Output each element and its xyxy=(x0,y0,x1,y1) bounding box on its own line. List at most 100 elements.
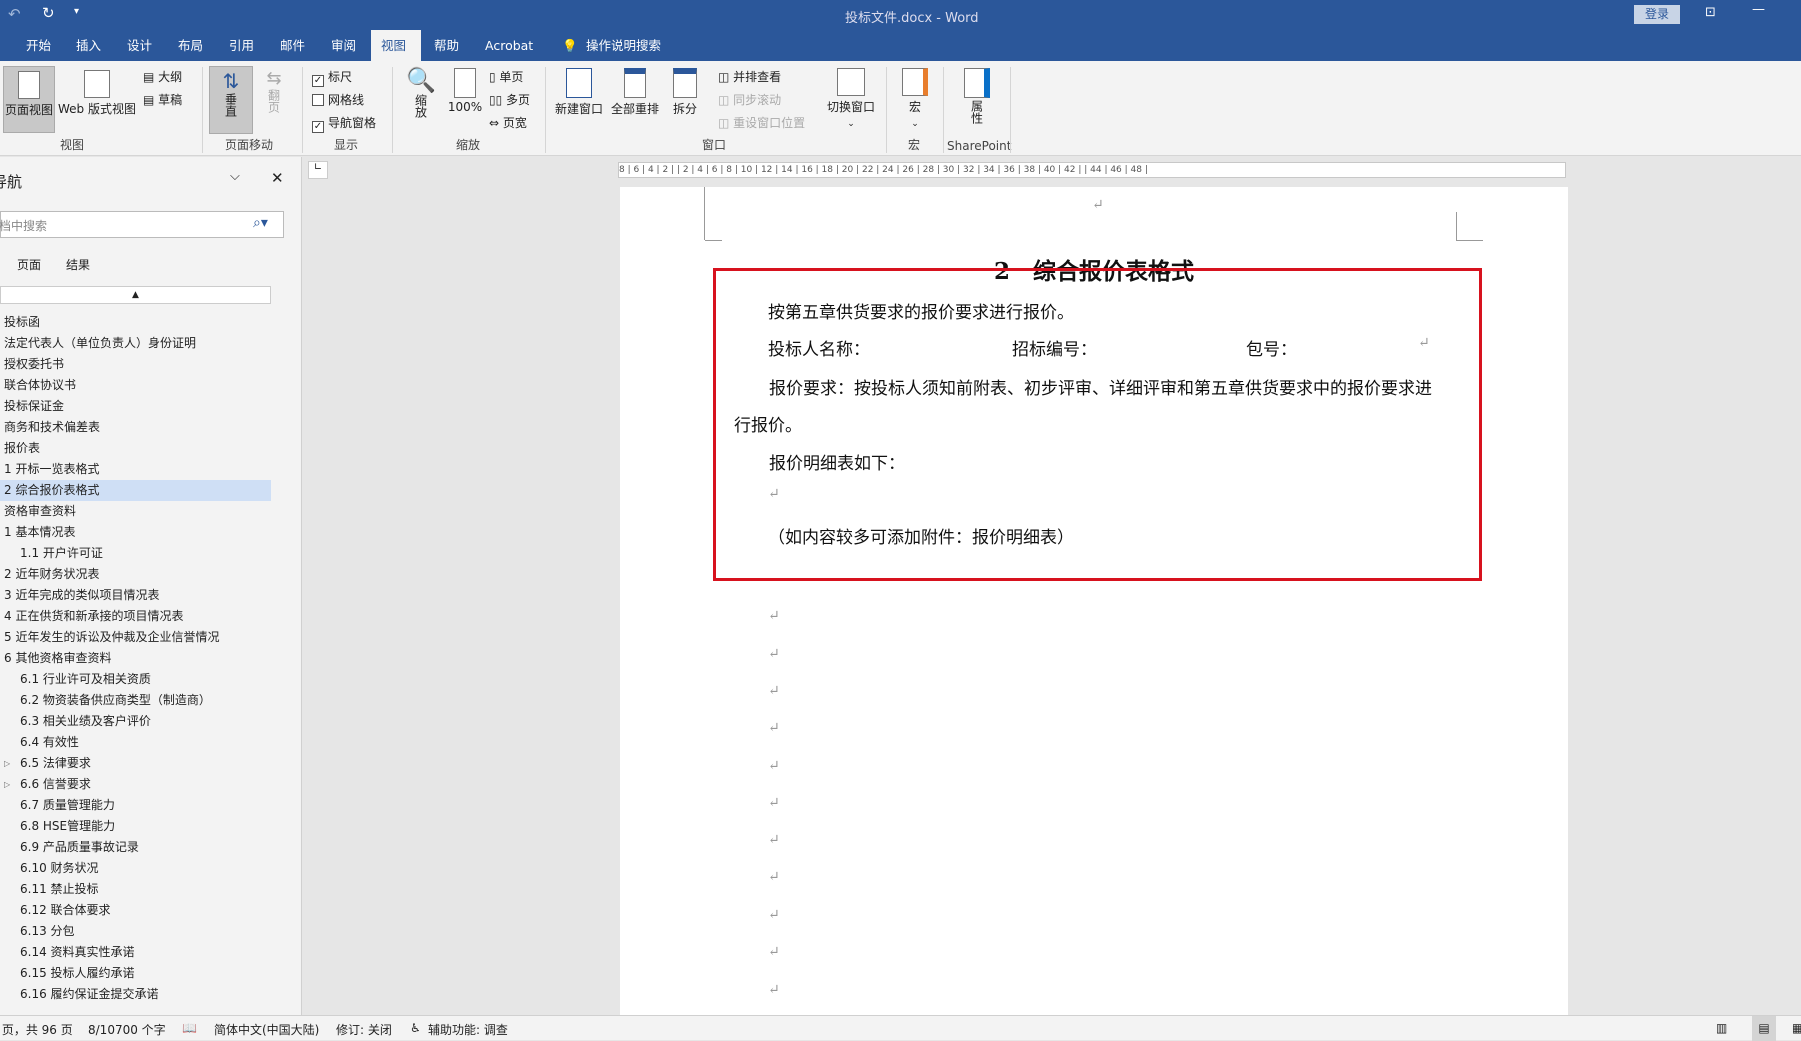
login-button[interactable]: 登录 xyxy=(1634,5,1680,24)
nav-heading-item[interactable]: 6.13 分包 xyxy=(0,921,271,942)
nav-heading-item[interactable]: 1.1 开户许可证 xyxy=(0,543,271,564)
minimize-icon[interactable]: — xyxy=(1752,2,1765,17)
nav-heading-item[interactable]: 6 其他资格审查资料 xyxy=(0,648,271,669)
web-layout-icon[interactable]: ▦ xyxy=(1792,1021,1801,1035)
tab-home[interactable]: 开始 xyxy=(16,30,61,61)
tab-references[interactable]: 引用 xyxy=(219,30,264,61)
page-width-button[interactable]: ⇔ 页宽 xyxy=(489,114,527,131)
nav-heading-item[interactable]: 资格审查资料 xyxy=(0,501,271,522)
tab-view[interactable]: 视图 xyxy=(371,30,421,61)
outline-button[interactable]: ▤ 大纲 xyxy=(143,68,182,85)
nav-heading-item[interactable]: 1 开标一览表格式 xyxy=(0,459,271,480)
new-window-button[interactable]: 新建窗口 xyxy=(554,68,604,117)
print-layout-icon[interactable]: ▤ xyxy=(1752,1016,1776,1041)
nav-heading-item[interactable]: 投标保证金 xyxy=(0,396,271,417)
ribbon-display-icon[interactable]: ⊡ xyxy=(1705,5,1716,20)
reset-window-position-button[interactable]: ◫ 重设窗口位置 xyxy=(718,114,805,131)
nav-heading-item[interactable]: 6.9 产品质量事故记录 xyxy=(0,837,271,858)
track-changes-status[interactable]: 修订: 关闭 xyxy=(336,1021,392,1038)
nav-search-input[interactable]: 在文档中搜索 ⌕▾ xyxy=(0,211,284,238)
nav-heading-item[interactable]: 商务和技术偏差表 xyxy=(0,417,271,438)
arrange-all-button[interactable]: 全部重排 xyxy=(610,68,660,117)
macro-icon xyxy=(902,68,928,96)
tab-stop-selector[interactable]: ∟ xyxy=(308,161,328,179)
expand-icon[interactable]: ▷ xyxy=(4,774,10,795)
nav-heading-item[interactable]: 5 近年发生的诉讼及仲裁及企业信誉情况 xyxy=(0,627,271,648)
tab-design[interactable]: 设计 xyxy=(117,30,162,61)
one-page-button[interactable]: ▯ 单页 xyxy=(489,68,523,85)
expand-icon[interactable]: ▷ xyxy=(4,753,10,774)
window-title: 投标文件.docx - Word xyxy=(845,11,979,26)
tab-insert[interactable]: 插入 xyxy=(66,30,111,61)
draft-button[interactable]: ▤ 草稿 xyxy=(143,91,182,108)
nav-heading-item[interactable]: 3 近年完成的类似项目情况表 xyxy=(0,585,271,606)
zoom-100-button[interactable]: 100% xyxy=(446,68,484,114)
nav-heading-item[interactable]: 报价表 xyxy=(0,438,271,459)
tab-mailings[interactable]: 邮件 xyxy=(270,30,315,61)
side-to-side-button[interactable]: ⇆ 翻页 xyxy=(259,68,289,116)
paragraph-mark: ↵ xyxy=(1092,197,1104,213)
accessibility-status[interactable]: 辅助功能: 调查 xyxy=(428,1021,508,1038)
customize-qat-icon[interactable]: ▾ xyxy=(74,6,79,17)
divider xyxy=(392,67,393,153)
nav-heading-item[interactable]: 6.12 联合体要求 xyxy=(0,900,271,921)
collapse-all-button[interactable]: ▲ xyxy=(0,286,271,304)
vertical-button[interactable]: ⇅ 垂直 xyxy=(209,66,253,134)
split-button[interactable]: 拆分 xyxy=(666,68,704,117)
nav-heading-item[interactable]: 1 基本情况表 xyxy=(0,522,271,543)
language[interactable]: 简体中文(中国大陆) xyxy=(214,1021,319,1038)
nav-heading-item[interactable]: 联合体协议书 xyxy=(0,375,271,396)
nav-heading-item[interactable]: 6.4 有效性 xyxy=(0,732,271,753)
undo-icon[interactable]: ↶ xyxy=(8,5,21,23)
divider xyxy=(202,67,203,153)
tab-review[interactable]: 审阅 xyxy=(321,30,366,61)
switch-windows-button[interactable]: 切换窗口 ⌄ xyxy=(822,68,880,129)
nav-heading-item[interactable]: 6.14 资料真实性承诺 xyxy=(0,942,271,963)
nav-heading-item[interactable]: 法定代表人（单位负责人）身份证明 xyxy=(0,333,271,354)
gridlines-checkbox[interactable]: 网格线 xyxy=(312,91,364,108)
nav-heading-item[interactable]: 4 正在供货和新承接的项目情况表 xyxy=(0,606,271,627)
redo-icon[interactable]: ↻ xyxy=(42,4,55,22)
word-count[interactable]: 8/10700 个字 xyxy=(88,1021,166,1038)
web-layout-button[interactable]: Web 版式视图 xyxy=(57,70,137,117)
nav-heading-item[interactable]: 6.10 财务状况 xyxy=(0,858,271,879)
page-count[interactable]: 第 页，共 96 页 xyxy=(0,1021,73,1038)
nav-heading-item[interactable]: 2 近年财务状况表 xyxy=(0,564,271,585)
nav-heading-item[interactable]: 投标函 xyxy=(0,312,271,333)
side-by-side-button[interactable]: ◫ 并排查看 xyxy=(718,68,781,85)
zoom-button[interactable]: 🔍 缩放 xyxy=(403,66,439,121)
nav-heading-item[interactable]: 6.8 HSE管理能力 xyxy=(0,816,271,837)
print-layout-button[interactable]: 页面视图 xyxy=(3,66,55,133)
search-icon[interactable]: ⌕▾ xyxy=(253,215,268,231)
chevron-down-icon[interactable]: ⌵ xyxy=(230,169,240,184)
nav-heading-item[interactable]: 6.3 相关业绩及客户评价 xyxy=(0,711,271,732)
nav-tab-results[interactable]: 结果 xyxy=(66,256,90,273)
properties-button[interactable]: 属性 xyxy=(955,68,999,127)
read-mode-icon[interactable]: ▥ xyxy=(1716,1021,1727,1035)
tab-layout[interactable]: 布局 xyxy=(168,30,213,61)
nav-heading-item[interactable]: 6.16 履约保证金提交承诺 xyxy=(0,984,271,1005)
sync-scroll-button[interactable]: ◫ 同步滚动 xyxy=(718,91,781,108)
nav-heading-item[interactable]: ▷ 6.6 信誉要求 xyxy=(0,774,271,795)
magnifier-icon: 🔍 xyxy=(406,66,436,94)
nav-heading-item[interactable]: 2 综合报价表格式 xyxy=(0,480,271,501)
close-icon[interactable]: ✕ xyxy=(271,169,284,187)
paragraph-mark: ↵ xyxy=(768,795,780,811)
nav-tab-pages[interactable]: 页面 xyxy=(17,256,41,273)
nav-heading-item[interactable]: 6.2 物资装备供应商类型（制造商） xyxy=(0,690,271,711)
nav-heading-item[interactable]: ▷ 6.5 法律要求 xyxy=(0,753,271,774)
macros-button[interactable]: 宏 ⌄ xyxy=(895,68,935,129)
multiple-pages-button[interactable]: ▯▯ 多页 xyxy=(489,91,530,108)
proofing-icon[interactable]: 📖 xyxy=(182,1021,197,1035)
nav-pane-checkbox[interactable]: ✓ 导航窗格 xyxy=(312,114,376,133)
nav-heading-item[interactable]: 6.15 投标人履约承诺 xyxy=(0,963,271,984)
tell-me-search[interactable]: 操作说明搜索 xyxy=(576,30,671,61)
nav-heading-item[interactable]: 授权委托书 xyxy=(0,354,271,375)
tab-acrobat[interactable]: Acrobat xyxy=(475,30,543,61)
ruler-checkbox[interactable]: ✓ 标尺 xyxy=(312,68,352,87)
nav-heading-item[interactable]: 6.7 质量管理能力 xyxy=(0,795,271,816)
nav-heading-item[interactable]: 6.1 行业许可及相关资质 xyxy=(0,669,271,690)
tab-help[interactable]: 帮助 xyxy=(424,30,469,61)
horizontal-ruler[interactable]: 8 | 6 | 4 | 2 | | 2 | 4 | 6 | 8 | 10 | 1… xyxy=(618,162,1566,178)
nav-heading-item[interactable]: 6.11 禁止投标 xyxy=(0,879,271,900)
